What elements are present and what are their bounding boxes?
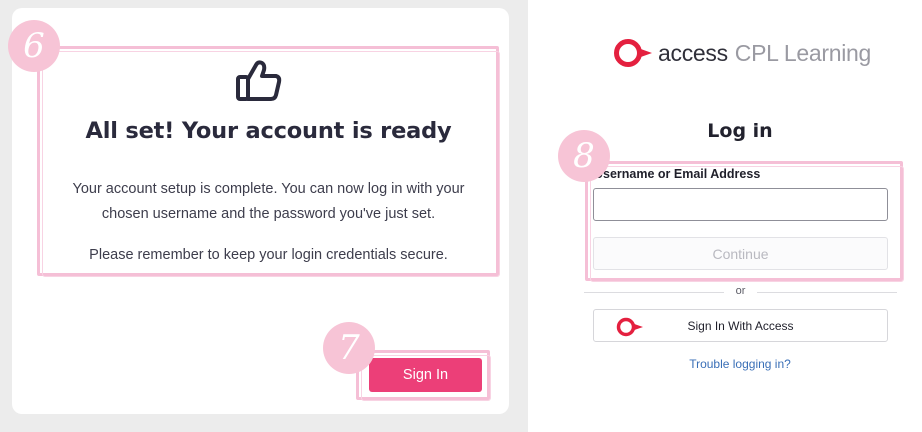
brand-cpl-learning-text: CPL Learning <box>734 39 872 66</box>
username-email-input[interactable] <box>593 188 888 221</box>
step-8-badge: 8 <box>558 130 610 182</box>
access-cpl-learning-logo: access CPL Learning <box>612 36 871 70</box>
security-reminder-text: Please remember to keep your login crede… <box>89 247 448 263</box>
access-logo-icon <box>614 39 652 67</box>
divider-or-text: or <box>735 285 746 297</box>
brand-access-text: access <box>658 39 728 66</box>
trouble-logging-in-link[interactable]: Trouble logging in? <box>590 357 890 371</box>
success-message: Your account setup is complete. You can … <box>72 181 465 222</box>
divider-line-left <box>584 292 724 293</box>
continue-button[interactable]: Continue <box>593 237 888 270</box>
step-7-badge: 7 <box>323 322 375 374</box>
username-label: Username or Email Address <box>594 167 761 181</box>
sign-in-button[interactable]: Sign In <box>369 358 482 392</box>
thumbs-up-icon <box>236 60 282 101</box>
login-title: Log in <box>707 120 773 142</box>
success-title: All set! Your account is ready <box>85 118 452 144</box>
step-6-badge: 6 <box>8 20 60 72</box>
divider-line-right <box>757 292 897 293</box>
sign-in-with-access-button[interactable]: Sign In With Access <box>593 309 888 342</box>
sign-in-with-access-label: Sign In With Access <box>687 319 794 333</box>
